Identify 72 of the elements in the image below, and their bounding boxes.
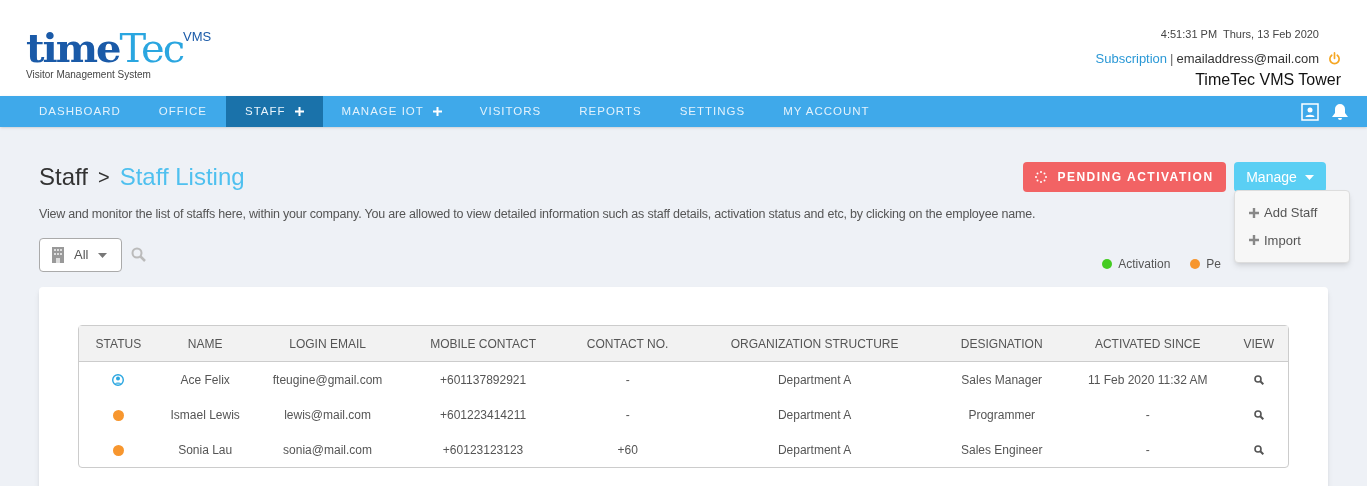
employee-name-link[interactable]: Ace Felix	[180, 372, 230, 387]
user-email: emailaddress@mail.com	[1176, 49, 1319, 68]
employee-name-link[interactable]: Ismael Lewis	[170, 407, 240, 422]
manage-button[interactable]: Manage	[1234, 162, 1326, 192]
page-title: Staff Listing	[119, 162, 245, 192]
pending-activation-button[interactable]: PENDING ACTIVATION	[1023, 162, 1226, 192]
table-cell: Programmer	[968, 407, 1036, 422]
table-cell: lewis@mail.com	[284, 407, 371, 422]
table-cell: +601223414211	[439, 407, 527, 422]
table-cell: -	[625, 407, 630, 422]
column-header: NAME	[157, 326, 253, 362]
spinner-icon	[1035, 171, 1048, 183]
logo-tagline: Visitor Management System	[26, 70, 152, 80]
menu-item[interactable]: Add Staff	[1235, 203, 1349, 223]
nav-tab[interactable]: SETTINGS	[660, 96, 765, 127]
table-cell: -	[1145, 442, 1150, 457]
plus-icon	[432, 107, 442, 116]
column-header: DESIGNATION	[937, 326, 1066, 362]
logo-wordmark: Tec	[119, 28, 184, 68]
search-icon[interactable]	[1253, 410, 1264, 421]
column-header: MOBILE CONTACT	[402, 326, 564, 362]
table-cell: +601137892921	[439, 372, 527, 387]
bell-icon[interactable]	[1331, 102, 1349, 121]
caret-icon	[1304, 174, 1314, 180]
column-header: CONTACT NO.	[563, 326, 692, 362]
logo-wordmark: time	[26, 28, 120, 68]
datetime: 4:51:31 PM Thurs, 13 Feb 2020	[1160, 27, 1319, 42]
table-cell: fteugine@gmail.com	[272, 372, 383, 387]
column-header: LOGIN EMAIL	[252, 326, 403, 362]
power-icon[interactable]	[1328, 51, 1341, 65]
subscription-link[interactable]: Subscription	[1095, 48, 1168, 68]
breadcrumb-separator: >	[97, 165, 110, 190]
table-cell: Department A	[777, 442, 852, 457]
nav-tab[interactable]: DASHBOARD	[20, 96, 140, 127]
menu-item[interactable]: Import	[1235, 230, 1349, 250]
search-icon[interactable]	[1253, 445, 1264, 456]
table-cell: -	[625, 372, 630, 387]
nav-tab[interactable]: STAFF	[226, 96, 323, 127]
separator-text: |	[1170, 49, 1174, 68]
plus-icon	[1249, 207, 1259, 218]
table-cell: +60123123123	[442, 442, 524, 457]
table-cell: Department A	[777, 372, 852, 387]
caret-icon	[98, 252, 108, 258]
breadcrumb-parent[interactable]: Staff	[39, 159, 88, 195]
table-cell: Sales Manager	[961, 372, 1043, 387]
table-cell: Sales Engineer	[961, 442, 1043, 457]
plus-icon	[294, 107, 304, 116]
logo-superscript: VMS	[183, 30, 212, 43]
table-cell: 11 Feb 2020 11:32 AM	[1087, 372, 1208, 387]
table-cell: +60	[617, 442, 638, 457]
building-icon	[52, 247, 64, 263]
search-icon[interactable]	[1253, 375, 1264, 386]
column-header: ACTIVATED SINCE	[1065, 326, 1230, 362]
office-filter-dropdown[interactable]: All	[39, 238, 122, 272]
column-header: VIEW	[1229, 326, 1288, 362]
nav-tab[interactable]: MY ACCOUNT	[764, 96, 889, 127]
legend-label: Pe	[1206, 256, 1221, 273]
plus-icon	[1249, 235, 1259, 246]
table-cell: sonia@mail.com	[283, 442, 372, 457]
nav-tab[interactable]: REPORTS	[560, 96, 661, 127]
legend-label: Activation	[1118, 256, 1171, 273]
column-header: ORGANIZATION STRUCTURE	[691, 326, 938, 362]
nav-tab[interactable]: OFFICE	[139, 96, 227, 127]
contact-card-icon[interactable]	[1301, 102, 1319, 121]
company-name: TimeTec VMS Tower	[1195, 70, 1341, 90]
table-cell: Department A	[777, 407, 852, 422]
page-description: View and monitor the list of staffs here, within your company. You are allowed to view detailed information such as staff details, activation status and etc, by clicking on the employee name.	[39, 207, 1036, 221]
nav-tab[interactable]: MANAGE IOT	[322, 96, 461, 127]
column-header: STATUS	[79, 326, 158, 362]
employee-name-link[interactable]: Sonia Lau	[178, 442, 233, 457]
nav-tab[interactable]: VISITORS	[460, 96, 561, 127]
table-cell: -	[1145, 407, 1150, 422]
